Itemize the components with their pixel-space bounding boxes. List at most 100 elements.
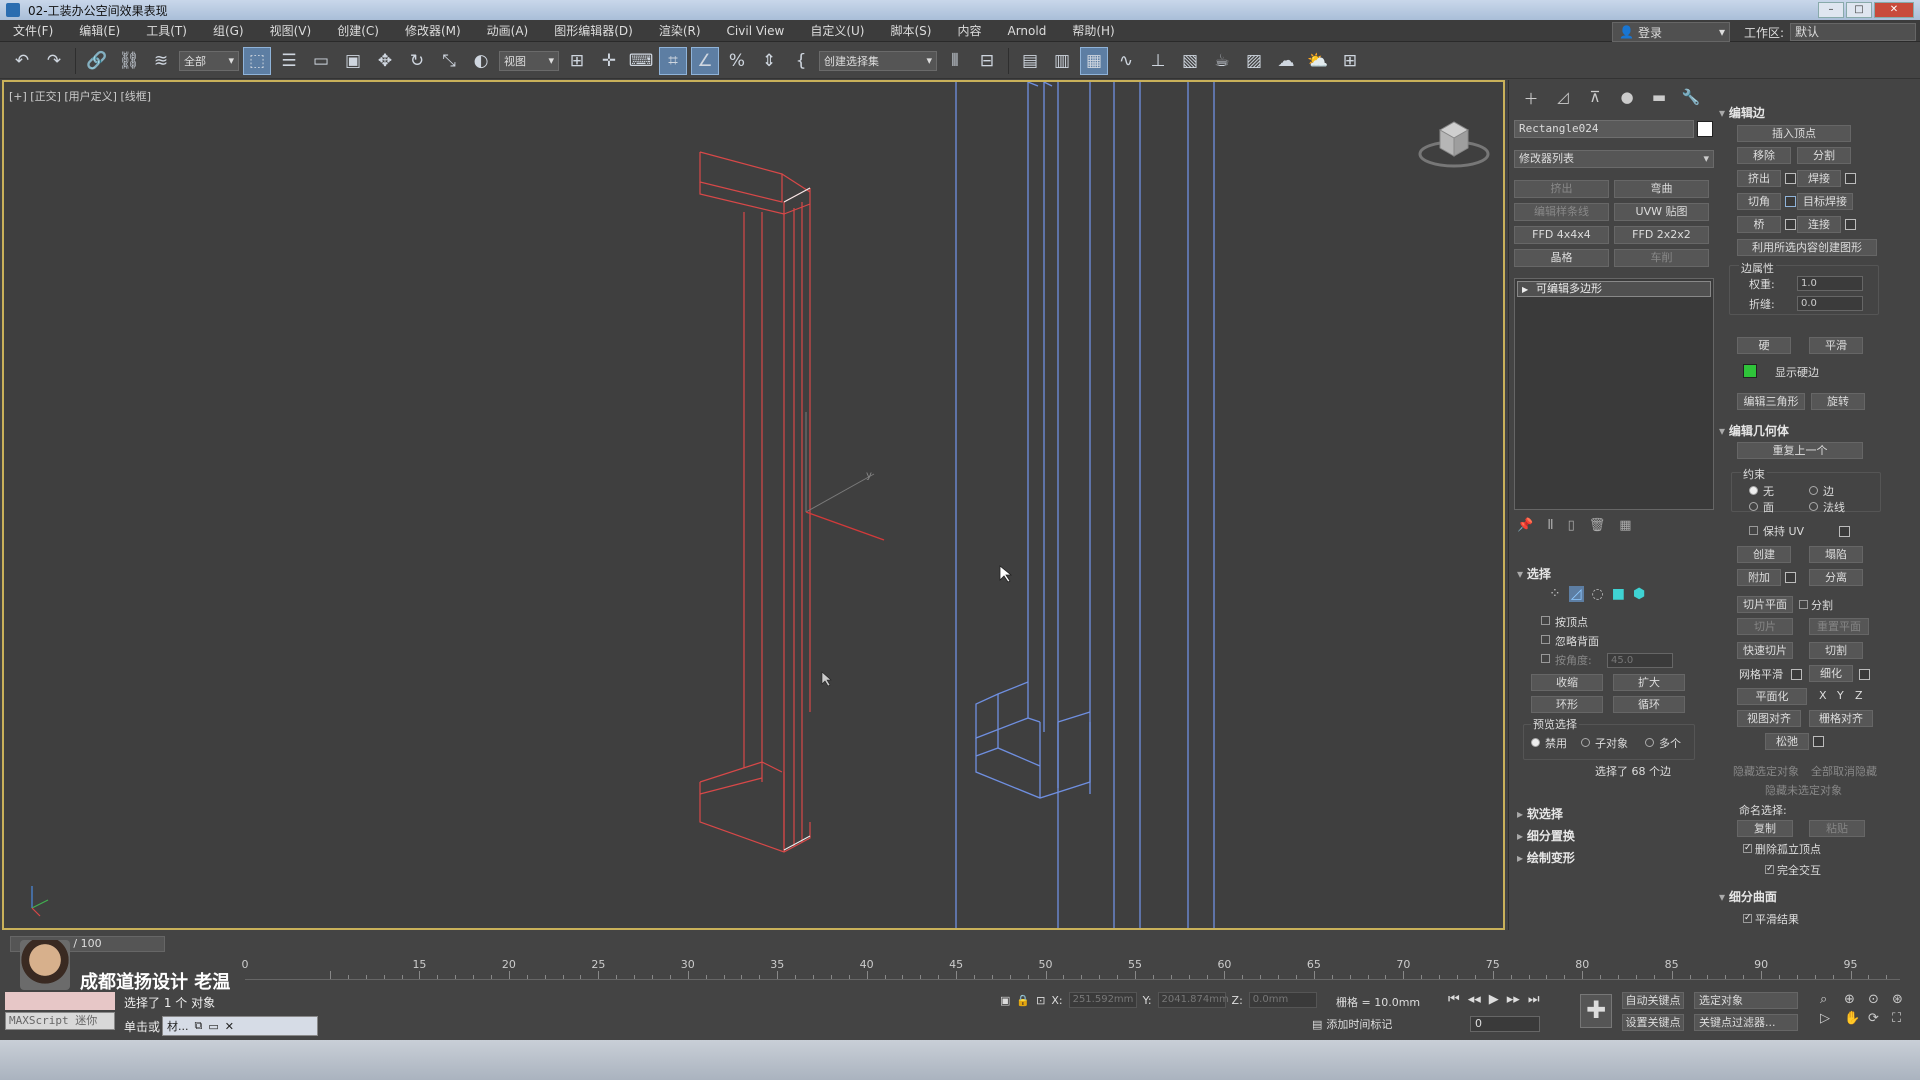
constraint-face-radio[interactable] — [1749, 502, 1758, 511]
goto-end-icon[interactable]: ⏭ — [1528, 992, 1540, 1007]
maximize-button[interactable]: □ — [1846, 2, 1872, 18]
play-icon[interactable]: ▶ — [1489, 992, 1499, 1007]
x-coord[interactable]: 251.592mm — [1068, 992, 1137, 1008]
viewcube-icon[interactable] — [1414, 112, 1494, 172]
full-interactivity-checkbox[interactable]: ✓ — [1765, 865, 1774, 874]
preserve-uv-checkbox[interactable] — [1749, 526, 1758, 535]
rect-region-icon[interactable]: ▭ — [307, 47, 335, 75]
smooth-result-checkbox[interactable]: ✓ — [1743, 914, 1752, 923]
selection-rollout-title[interactable]: 选择 — [1517, 565, 1551, 582]
bind-spacewarp-icon[interactable]: ≋ — [147, 47, 175, 75]
angle-snap-icon[interactable]: ∠ — [691, 46, 719, 75]
copy-button[interactable]: 复制 — [1737, 820, 1793, 837]
lock-icon[interactable]: 🔒 — [1016, 994, 1030, 1007]
y-coord[interactable]: 2041.874mm — [1157, 992, 1229, 1008]
hierarchy-tab-icon[interactable]: ⊼ — [1583, 88, 1607, 110]
render-cloud-icon[interactable]: ⛅ — [1304, 47, 1332, 75]
create-tab-icon[interactable]: ＋ — [1519, 88, 1543, 110]
object-color-swatch[interactable] — [1697, 121, 1713, 137]
modifier-list-dropdown[interactable]: 修改器列表 — [1514, 150, 1714, 168]
smooth-button[interactable]: 平滑 — [1809, 337, 1863, 354]
modifier-button-2[interactable]: 编辑样条线 — [1514, 203, 1609, 221]
utilities-tab-icon[interactable]: 🔧 — [1679, 88, 1703, 110]
menu-item-11[interactable]: 自定义(U) — [797, 22, 877, 39]
menu-item-1[interactable]: 编辑(E) — [66, 22, 133, 39]
menu-item-9[interactable]: 渲染(R) — [646, 22, 714, 39]
polygon-mode-icon[interactable]: ■ — [1612, 586, 1625, 602]
modifier-button-7[interactable]: 车削 — [1614, 249, 1709, 267]
shrink-button[interactable]: 收缩 — [1531, 674, 1603, 691]
preview-subobj-radio[interactable] — [1581, 738, 1590, 747]
zoom-icon[interactable]: ⌕ — [1820, 992, 1842, 1007]
select-object-icon[interactable]: ⬚ — [243, 46, 271, 75]
split-checkbox[interactable] — [1799, 600, 1808, 609]
reset-plane-button[interactable]: 重置平面 — [1809, 618, 1869, 635]
menu-item-13[interactable]: 内容 — [944, 22, 994, 39]
soft-selection-rollout[interactable]: 软选择 — [1517, 805, 1563, 822]
quickslice-button[interactable]: 快速切片 — [1737, 642, 1793, 659]
weld-settings-icon[interactable] — [1845, 173, 1856, 184]
set-key-icon[interactable]: ✚ — [1580, 994, 1612, 1028]
modifier-button-0[interactable]: 挤出 — [1514, 180, 1609, 198]
connect-button[interactable]: 连接 — [1797, 216, 1841, 233]
hard-edge-color-swatch[interactable] — [1743, 364, 1757, 378]
relax-settings-icon[interactable] — [1813, 736, 1824, 747]
configure-sets-icon[interactable]: ▦ — [1619, 518, 1631, 533]
keyboard-shortcut-icon[interactable]: ⌨ — [627, 47, 655, 75]
zoom-extents-all-icon[interactable]: ⊛ — [1892, 992, 1914, 1007]
edit-named-sel-icon[interactable]: { — [787, 47, 815, 75]
constraint-normal-radio[interactable] — [1809, 502, 1818, 511]
bridge-settings-icon[interactable] — [1785, 219, 1796, 230]
extrude-settings-icon[interactable] — [1785, 173, 1796, 184]
pin-stack-icon[interactable]: 📌 — [1517, 518, 1533, 533]
render-setup-icon[interactable]: ☕ — [1208, 47, 1236, 75]
unhide-all-button[interactable]: 全部取消隐藏 — [1811, 763, 1877, 779]
show-end-result-icon[interactable]: Ⅱ — [1547, 518, 1553, 533]
undo-icon[interactable]: ↶ — [8, 47, 36, 75]
ignore-backface-checkbox[interactable] — [1541, 635, 1550, 644]
redo-icon[interactable]: ↷ — [40, 47, 68, 75]
grow-button[interactable]: 扩大 — [1613, 674, 1685, 691]
render-frame-icon[interactable]: ▨ — [1240, 47, 1268, 75]
extrude-button[interactable]: 挤出 — [1737, 170, 1781, 187]
edit-triangulation-button[interactable]: 编辑三角形 — [1737, 393, 1805, 410]
meshsmooth-label[interactable]: 网格平滑 — [1739, 666, 1783, 682]
remove-button[interactable]: 移除 — [1737, 147, 1791, 164]
zoom-all-icon[interactable]: ⊕ — [1844, 992, 1866, 1007]
preserve-uv-settings-icon[interactable] — [1839, 526, 1850, 537]
modifier-button-5[interactable]: FFD 2x2x2 — [1614, 226, 1709, 244]
scale-icon[interactable]: ⤡ — [435, 47, 463, 75]
slice-plane-button[interactable]: 切片平面 — [1737, 596, 1793, 613]
subdivision-surface-rollout-title[interactable]: 细分曲面 — [1719, 888, 1777, 905]
insert-vertex-button[interactable]: 插入顶点 — [1737, 125, 1851, 142]
object-name-field[interactable]: Rectangle024 — [1514, 120, 1694, 138]
cut-button[interactable]: 切割 — [1809, 642, 1863, 659]
layer-manager-icon[interactable]: ▥ — [1048, 47, 1076, 75]
edit-geometry-rollout-title[interactable]: 编辑几何体 — [1719, 422, 1789, 439]
preview-disabled-radio[interactable] — [1531, 738, 1540, 747]
snap-toggle-icon[interactable]: ⌗ — [659, 46, 687, 75]
minimize-button[interactable]: – — [1818, 2, 1844, 18]
maximize-icon[interactable]: ▭ — [208, 1020, 218, 1033]
menu-item-6[interactable]: 修改器(M) — [392, 22, 474, 39]
make-planar-button[interactable]: 平面化 — [1737, 688, 1807, 705]
display-tab-icon[interactable]: ▬ — [1647, 88, 1671, 110]
menu-item-8[interactable]: 图形编辑器(D) — [541, 22, 646, 39]
constraint-edge-radio[interactable] — [1809, 486, 1818, 495]
split-button[interactable]: 分割 — [1797, 147, 1851, 164]
paste-button[interactable]: 粘贴 — [1809, 820, 1865, 837]
modifier-button-3[interactable]: UVW 贴图 — [1614, 203, 1709, 221]
stack-item-editable-poly[interactable]: 可编辑多边形 — [1517, 281, 1711, 297]
menu-item-7[interactable]: 动画(A) — [474, 22, 542, 39]
grid-align-button[interactable]: 栅格对齐 — [1809, 710, 1873, 727]
weld-button[interactable]: 焊接 — [1797, 170, 1841, 187]
element-mode-icon[interactable]: ⬢ — [1633, 586, 1645, 602]
meshsmooth-settings-icon[interactable] — [1791, 669, 1802, 680]
maximize-viewport-icon[interactable]: ⛶ — [1892, 1011, 1914, 1026]
menu-item-5[interactable]: 创建(C) — [324, 22, 392, 39]
modifier-button-4[interactable]: FFD 4x4x4 — [1514, 226, 1609, 244]
target-weld-button[interactable]: 目标焊接 — [1797, 193, 1853, 210]
modifier-stack[interactable]: 可编辑多边形 — [1514, 278, 1714, 510]
current-frame-field[interactable]: 0 — [1470, 1016, 1540, 1032]
crease-spinner[interactable]: 0.0 — [1797, 296, 1863, 311]
